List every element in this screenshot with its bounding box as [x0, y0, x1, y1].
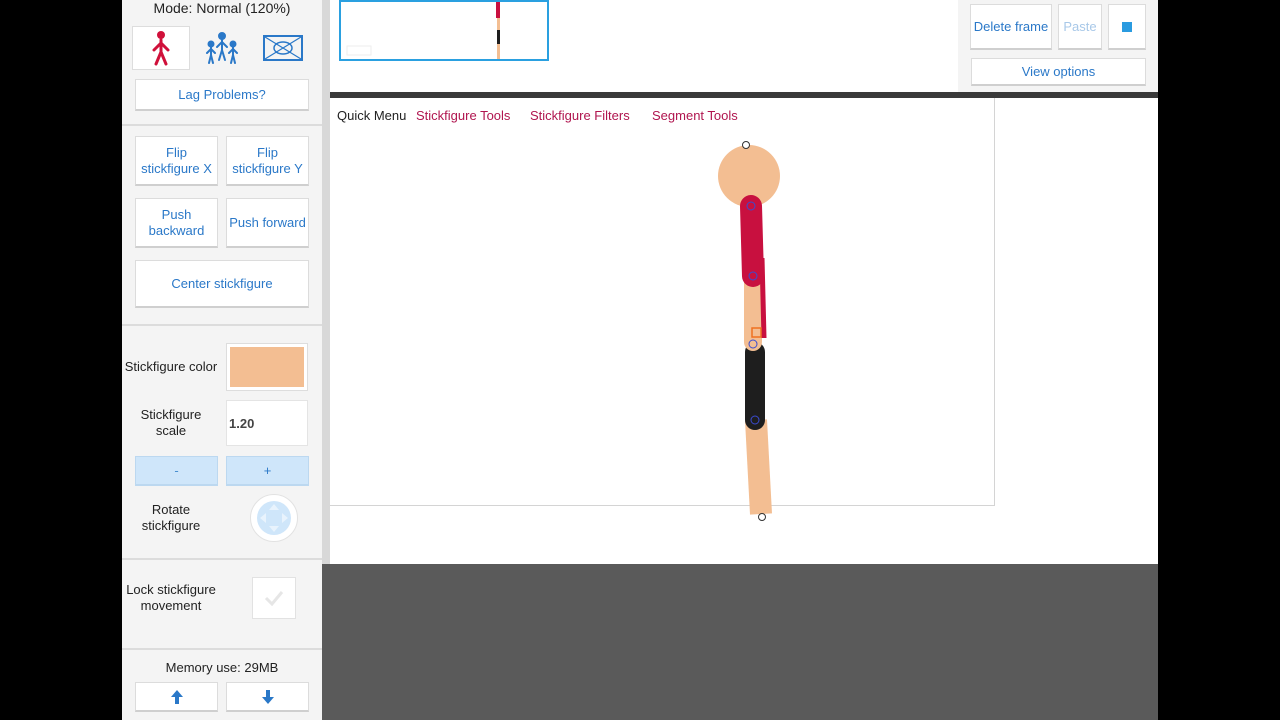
scene-frame-icon: [263, 35, 303, 61]
arrow-down-icon: [261, 689, 274, 704]
stage-boundary: [330, 98, 995, 506]
scroll-down-button[interactable]: [226, 682, 309, 712]
divider: [122, 124, 322, 126]
divider: [122, 648, 322, 650]
center-stickfigure-button[interactable]: Center stickfigure: [135, 260, 309, 308]
scale-increase-button[interactable]: +: [226, 456, 309, 486]
flip-x-button[interactable]: Flip stickfigure X: [135, 136, 218, 186]
rotate-icon: [257, 501, 291, 535]
lower-leg-segment: [745, 419, 772, 515]
lag-problems-button[interactable]: Lag Problems?: [135, 79, 309, 111]
group-mode-tab[interactable]: [193, 26, 251, 70]
divider: [122, 324, 322, 326]
flip-y-button[interactable]: Flip stickfigure Y: [226, 136, 309, 186]
multiple-stickfigures-icon: [206, 32, 238, 64]
checkmark-icon: [264, 591, 284, 606]
scale-decrease-button[interactable]: -: [135, 456, 218, 486]
single-stickfigure-mode-tab[interactable]: [132, 26, 190, 70]
quick-menu-label: Quick Menu: [337, 108, 407, 123]
mode-label: Mode: Normal (120%): [153, 0, 291, 16]
color-preview: [230, 347, 304, 387]
stickfigure-scale-label: Stickfigure scale: [140, 407, 202, 438]
foot-handle: [758, 513, 766, 521]
stickfigure-color-label: Stickfigure color: [124, 359, 218, 374]
stickfigure-color-swatch[interactable]: [226, 343, 308, 391]
arm-back-segment: [759, 257, 767, 339]
frame-thumbnail[interactable]: [339, 0, 549, 61]
lock-movement-label: Lock stickfigure movement: [126, 582, 216, 613]
head-handle: [742, 141, 750, 149]
stop-button[interactable]: [1108, 4, 1146, 50]
arrow-up-icon: [170, 689, 183, 704]
delete-frame-button[interactable]: Delete frame: [970, 4, 1052, 50]
scroll-up-button[interactable]: [135, 682, 218, 712]
menu-segment-tools[interactable]: Segment Tools: [652, 108, 738, 123]
rotate-knob[interactable]: [250, 494, 298, 542]
view-options-button[interactable]: View options: [971, 58, 1146, 86]
workspace-background: [322, 564, 1158, 720]
menu-stickfigure-filters[interactable]: Stickfigure Filters: [530, 108, 630, 123]
menu-stickfigure-tools[interactable]: Stickfigure Tools: [416, 108, 510, 123]
stop-icon: [1122, 21, 1132, 32]
stickfigure[interactable]: [700, 138, 800, 526]
paste-button[interactable]: Paste: [1058, 4, 1102, 50]
rotate-stickfigure-label: Rotate stickfigure: [141, 502, 201, 533]
memory-use-label: Memory use: 29MB: [165, 660, 279, 675]
scene-mode-tab[interactable]: [254, 26, 312, 70]
stickfigure-icon: [152, 31, 170, 66]
frame-preview-figure: [346, 2, 500, 59]
divider: [122, 558, 322, 560]
lock-movement-checkbox[interactable]: [252, 577, 296, 619]
push-backward-button[interactable]: Push backward: [135, 198, 218, 248]
push-forward-button[interactable]: Push forward: [226, 198, 309, 248]
stickfigure-scale-input[interactable]: 1.20: [226, 400, 308, 446]
torso-segment: [740, 195, 764, 287]
